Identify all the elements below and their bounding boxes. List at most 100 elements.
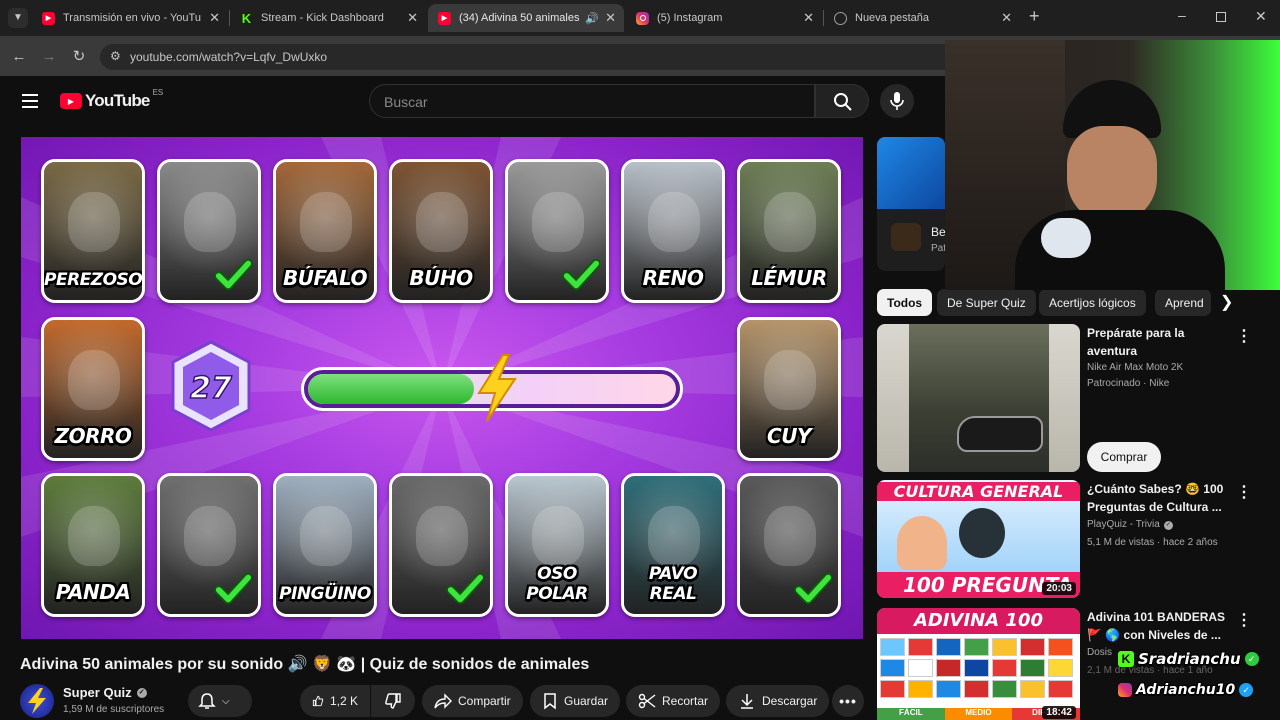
flag [1048,659,1073,677]
animal-label: BÚHO [409,266,473,290]
share-button[interactable]: Compartir [422,685,523,717]
more-actions-button[interactable]: ••• [832,685,864,717]
tab-title: (34) Adivina 50 animales po [459,12,581,24]
tab-title: Stream - Kick Dashboard [261,12,384,24]
mic-icon [890,92,904,110]
channel-name[interactable]: Super Quiz ✓ [63,685,147,700]
url-text[interactable]: youtube.com/watch?v=Lqfv_DwUxko [130,50,327,64]
close-window-icon[interactable]: ✕ [1255,8,1267,25]
tab-adivina-animales[interactable]: ▶ (34) Adivina 50 animales po 🔊 ✕ [428,4,624,32]
animal-label: RENO [642,266,704,290]
close-icon[interactable]: ✕ [1001,10,1012,26]
animal-label: PEREZOSO [44,270,143,290]
animal-label: ZORRO [54,424,132,448]
animal-card: PEREZOSO [41,159,145,303]
site-info-icon[interactable]: ⚙ [110,49,121,63]
animal-card: BÚHO [389,159,493,303]
ad-cta-button[interactable]: Comprar [1087,442,1161,472]
save-button[interactable]: Guardar [530,685,621,717]
flag [1048,638,1073,656]
youtube-logo[interactable]: ▶ YouTube ES [60,88,163,111]
instagram-icon [636,11,649,25]
restore-icon[interactable] [1216,12,1226,22]
tab-instagram[interactable]: (5) Instagram ✕ [626,4,822,32]
ad-thumbnail[interactable] [877,324,1080,472]
download-icon [741,694,753,709]
minimize-icon[interactable]: – [1178,7,1186,23]
share-icon [434,693,452,709]
more-vert-icon[interactable]: ⋮ [1236,326,1252,346]
menu-icon[interactable] [22,94,38,108]
subscribed-button[interactable]: ⌵ [188,685,252,717]
ad-sponsored-text: Patrocinado · Nike [1087,378,1170,389]
animal-silhouette [300,192,352,252]
thumb-banner-top: ADIVINA 100 PAÍSES [877,608,1080,657]
ad-title[interactable]: Prepárate para la aventura [1087,324,1227,360]
close-icon[interactable]: ✕ [605,10,616,26]
more-vert-icon[interactable]: ⋮ [1236,610,1252,630]
search-icon [834,93,852,111]
voice-search-button[interactable] [880,84,914,118]
verified-icon: ✓ [1239,683,1254,697]
clip-button[interactable]: Recortar [626,685,721,717]
video-thumbnail[interactable]: ADIVINA 100 PAÍSES FÁCIL MEDIO DIFÍCIL 1… [877,608,1080,720]
video-player[interactable]: PEREZOSO BÚFALO BÚHO RENO LÉMUR ZORRO CUY PANDA… [21,137,863,639]
more-vert-icon[interactable]: ⋮ [1236,482,1252,502]
tab-kick-dashboard[interactable]: K Stream - Kick Dashboard ✕ [230,4,426,32]
bookmark-icon [544,693,556,710]
tab-new-tab[interactable]: Nueva pestaña ✕ [824,4,1020,32]
channel-name-text: Super Quiz [63,685,132,700]
reload-icon[interactable]: ↻ [68,46,90,68]
close-icon[interactable]: ✕ [209,10,220,26]
download-button[interactable]: Descargar [726,685,830,717]
flag [1020,659,1045,677]
verified-icon: ✓ [1163,520,1173,530]
channel-avatar[interactable] [20,684,54,718]
animal-card [157,159,261,303]
ad-sponsored: Patrocinado · Nike [1087,376,1169,392]
close-icon[interactable]: ✕ [803,10,814,26]
sidebar-banner[interactable]: Be Pat [877,137,945,271]
instagram-handle-overlay: Adrianchu10 ✓ [1118,682,1254,698]
difficulty-easy: FÁCIL [877,708,945,720]
chevron-right-icon[interactable]: ❯ [1220,292,1233,312]
animal-silhouette [68,192,120,252]
video-title[interactable]: ¿Cuánto Sabes? 🤓 100 Preguntas de Cultur… [1087,480,1227,516]
search-button[interactable] [815,84,869,118]
chip-acertijos-logicos[interactable]: Acertijos lógicos [1039,289,1146,316]
forward-icon[interactable]: → [38,46,60,68]
animal-card [157,473,261,617]
animal-silhouette [764,506,816,566]
like-count: 1,2 K [329,694,358,708]
dislike-button[interactable] [371,685,415,717]
animal-label: BÚFALO [282,266,368,290]
animal-silhouette [532,506,584,566]
download-label: Descargar [762,694,818,708]
video-thumbnail[interactable]: CULTURA GENERAL 100 PREGUNTA 20:03 [877,480,1080,598]
kick-handle: Sradrianchu [1138,650,1241,668]
back-icon[interactable]: ← [8,46,30,68]
flag [880,659,905,677]
more-icon: ••• [839,693,857,709]
counter-number: 27 [190,371,232,406]
address-bar[interactable]: ⚙ youtube.com/watch?v=Lqfv_DwUxko [100,44,960,70]
animal-label: PAVO REAL [648,564,698,604]
tab-youtube-live[interactable]: ▶ Transmisión en vivo - YouTube ✕ [32,4,228,32]
chip-todos[interactable]: Todos [877,289,933,316]
close-icon[interactable]: ✕ [407,10,418,26]
verified-icon: ✓ [1244,652,1259,666]
ad-advertiser: Nike Air Max Moto 2K [1087,362,1184,373]
speaker-icon[interactable]: 🔊 [585,12,599,25]
chip-aprend[interactable]: Aprend [1155,289,1211,316]
checkmark-icon [562,258,600,291]
search-input[interactable]: Buscar [369,84,815,118]
new-tab-icon[interactable]: + [1029,6,1040,27]
flag [964,638,989,656]
flag [936,638,961,656]
chip-de-super-quiz[interactable]: De Super Quiz [937,289,1036,316]
like-button[interactable]: 1,2 K [300,685,370,717]
tab-search-button[interactable]: ▼ [8,8,28,28]
lightning-icon [477,354,517,422]
animal-silhouette [184,506,236,566]
video-title[interactable]: Adivina 101 BANDERAS 🚩 🌎 con Niveles de … [1087,608,1227,644]
